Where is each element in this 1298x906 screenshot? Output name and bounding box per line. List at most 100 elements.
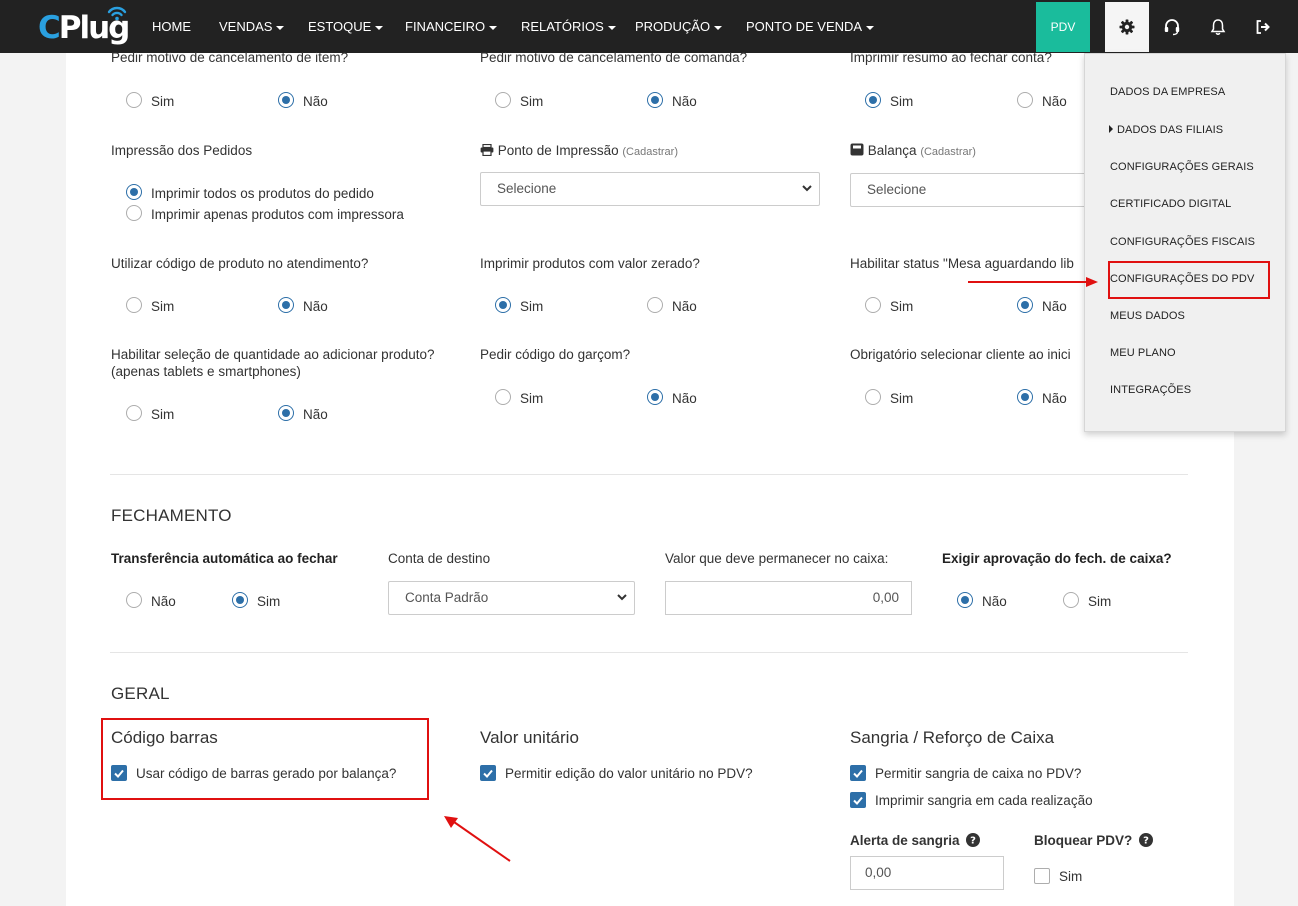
q-codigo-produto-sim-radio[interactable] bbox=[126, 297, 142, 313]
q-valor-zerado-sim-radio[interactable] bbox=[495, 297, 511, 313]
section-divider bbox=[110, 474, 1188, 475]
nav-home[interactable]: HOME bbox=[152, 0, 191, 53]
menu-item-configuracoes-gerais[interactable]: CONFIGURAÇÕES GERAIS bbox=[1110, 161, 1254, 173]
q-mesa-aguardando-label: Habilitar status "Mesa aguardando lib bbox=[850, 256, 1074, 271]
chevron-down-icon bbox=[617, 594, 627, 601]
settings-button[interactable] bbox=[1105, 2, 1149, 52]
support-button[interactable] bbox=[1150, 0, 1194, 53]
bloquear-pdv-option-label: Sim bbox=[1059, 869, 1083, 884]
balanca-select[interactable]: Selecione bbox=[850, 173, 1090, 207]
q-selecao-quantidade-nao-radio[interactable] bbox=[278, 405, 294, 421]
nav-financeiro[interactable]: FINANCEIRO bbox=[405, 0, 498, 53]
nav-producao[interactable]: PRODUÇÃO bbox=[635, 0, 723, 53]
q-cancel-comanda-sim-radio[interactable] bbox=[495, 92, 511, 108]
q-cancel-item-sim-radio[interactable] bbox=[126, 92, 142, 108]
opt-sim-label: Sim bbox=[257, 594, 281, 609]
bloquear-pdv-label: Bloquear PDV? ? bbox=[1034, 833, 1154, 848]
q-valor-zerado-nao-radio[interactable] bbox=[647, 297, 663, 313]
check-icon bbox=[483, 769, 493, 778]
menu-item-configuracoes-fiscais[interactable]: CONFIGURAÇÕES FISCAIS bbox=[1110, 236, 1255, 248]
valor-caixa-input[interactable]: 0,00 bbox=[665, 581, 912, 615]
valor-unitario-title: Valor unitário bbox=[480, 728, 579, 747]
annotation-box-pdv-menu bbox=[1108, 261, 1270, 299]
headset-icon bbox=[1164, 18, 1180, 35]
q-codigo-produto-label: Utilizar código de produto no atendiment… bbox=[111, 256, 369, 271]
transferencia-nao-radio[interactable] bbox=[126, 592, 142, 608]
notifications-button[interactable] bbox=[1196, 0, 1240, 53]
bell-icon bbox=[1210, 18, 1226, 35]
opt-sim-label: Sim bbox=[520, 94, 544, 109]
q-codigo-garcom-nao-radio[interactable] bbox=[647, 389, 663, 405]
nav-relatorios[interactable]: RELATÓRIOS bbox=[521, 0, 616, 53]
transferencia-sim-radio[interactable] bbox=[232, 592, 248, 608]
q-cancel-comanda-label: Pedir motivo de cancelamento de comanda? bbox=[480, 50, 748, 65]
opt-nao-label: Não bbox=[151, 594, 176, 609]
help-icon[interactable]: ? bbox=[1139, 833, 1154, 847]
ponto-impressao-select[interactable]: Selecione bbox=[480, 172, 820, 206]
logout-button[interactable] bbox=[1241, 0, 1285, 53]
impressao-printer-radio[interactable] bbox=[126, 205, 142, 221]
nav-estoque[interactable]: ESTOQUE bbox=[308, 0, 384, 53]
help-icon[interactable]: ? bbox=[966, 833, 981, 847]
q-selecionar-cliente-sim-radio[interactable] bbox=[865, 389, 881, 405]
opt-sim-label: Sim bbox=[890, 299, 914, 314]
menu-item-dados-filiais[interactable]: DADOS DAS FILIAIS bbox=[1109, 124, 1223, 136]
alerta-sangria-input[interactable]: 0,00 bbox=[850, 856, 1004, 890]
q-print-summary-sim-radio[interactable] bbox=[865, 92, 881, 108]
nav-ponto-de-venda[interactable]: PONTO DE VENDA bbox=[746, 0, 875, 53]
valor-caixa-label: Valor que deve permanecer no caixa: bbox=[665, 551, 889, 566]
q-codigo-produto-nao-radio[interactable] bbox=[278, 297, 294, 313]
q-selecao-quantidade-label: Habilitar seleção de quantidade ao adici… bbox=[111, 347, 435, 362]
q-mesa-aguardando-nao-radio[interactable] bbox=[1017, 297, 1033, 313]
menu-item-dados-empresa[interactable]: DADOS DA EMPRESA bbox=[1110, 86, 1225, 98]
opt-nao-label: Não bbox=[1042, 391, 1067, 406]
ponto-impressao-label: Ponto de Impressão (Cadastrar) bbox=[480, 143, 678, 158]
impressao-all-label: Imprimir todos os produtos do pedido bbox=[151, 186, 374, 201]
check-icon bbox=[853, 796, 863, 805]
conta-destino-label: Conta de destino bbox=[388, 551, 491, 566]
q-selecao-quantidade-sim-radio[interactable] bbox=[126, 405, 142, 421]
caret-down-icon bbox=[714, 25, 723, 30]
annotation-arrow-right bbox=[968, 277, 1098, 287]
permitir-sangria-checkbox[interactable] bbox=[850, 765, 866, 781]
cadastrar-link[interactable]: (Cadastrar) bbox=[920, 146, 976, 158]
q-cancel-comanda-nao-radio[interactable] bbox=[647, 92, 663, 108]
wifi-icon bbox=[107, 6, 127, 21]
q-print-summary-nao-radio[interactable] bbox=[1017, 92, 1033, 108]
caret-down-icon bbox=[866, 25, 875, 30]
permitir-sangria-label: Permitir sangria de caixa no PDV? bbox=[875, 766, 1082, 781]
menu-item-integracoes[interactable]: INTEGRAÇÕES bbox=[1110, 384, 1191, 396]
q-mesa-aguardando-sim-radio[interactable] bbox=[865, 297, 881, 313]
impressao-printer-label: Imprimir apenas produtos com impressora bbox=[151, 207, 404, 222]
bloquear-pdv-checkbox[interactable] bbox=[1034, 868, 1050, 884]
q-codigo-garcom-sim-radio[interactable] bbox=[495, 389, 511, 405]
opt-nao-label: Não bbox=[1042, 299, 1067, 314]
opt-sim-label: Sim bbox=[890, 391, 914, 406]
conta-destino-select[interactable]: Conta Padrão bbox=[388, 581, 635, 615]
top-navbar: CPlug HOME VENDAS ESTOQUE FINANCEIRO REL… bbox=[0, 0, 1298, 53]
opt-sim-label: Sim bbox=[151, 94, 175, 109]
cadastrar-link[interactable]: (Cadastrar) bbox=[622, 146, 678, 158]
svg-text:?: ? bbox=[1143, 836, 1149, 847]
cplug-logo[interactable]: CPlug bbox=[38, 4, 130, 50]
menu-item-meus-dados[interactable]: MEUS DADOS bbox=[1110, 310, 1185, 322]
aprovacao-nao-radio[interactable] bbox=[957, 592, 973, 608]
q-cancel-item-nao-radio[interactable] bbox=[278, 92, 294, 108]
section-divider bbox=[110, 652, 1188, 653]
q-selecionar-cliente-nao-radio[interactable] bbox=[1017, 389, 1033, 405]
imprimir-sangria-checkbox[interactable] bbox=[850, 792, 866, 808]
valor-unitario-checkbox[interactable] bbox=[480, 765, 496, 781]
alerta-sangria-label: Alerta de sangria ? bbox=[850, 833, 981, 848]
opt-nao-label: Não bbox=[303, 299, 328, 314]
q-codigo-garcom-label: Pedir código do garçom? bbox=[480, 347, 631, 362]
aprovacao-sim-radio[interactable] bbox=[1063, 592, 1079, 608]
pdv-button[interactable]: PDV bbox=[1036, 2, 1090, 52]
menu-item-certificado-digital[interactable]: CERTIFICADO DIGITAL bbox=[1110, 198, 1231, 210]
transferencia-label: Transferência automática ao fechar bbox=[111, 551, 338, 566]
nav-vendas[interactable]: VENDAS bbox=[219, 0, 285, 53]
caret-right-icon bbox=[1109, 125, 1113, 133]
impressao-all-radio[interactable] bbox=[126, 184, 142, 200]
q-selecao-quantidade-sub: (apenas tablets e smartphones) bbox=[111, 364, 301, 379]
menu-item-meu-plano[interactable]: MEU PLANO bbox=[1110, 347, 1176, 359]
caret-down-icon bbox=[276, 25, 285, 30]
